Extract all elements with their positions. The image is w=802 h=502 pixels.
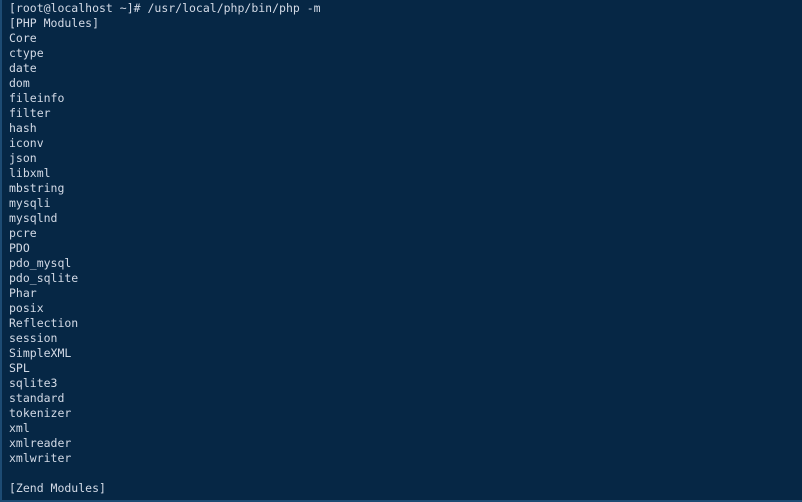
module-name: mysqli (9, 196, 51, 210)
module-name: SimpleXML (9, 346, 72, 360)
module-name: pcre (9, 226, 37, 240)
module-name: posix (9, 301, 44, 315)
module-name: xmlreader (9, 436, 72, 450)
module-name: filter (9, 106, 51, 120)
module-name: iconv (9, 136, 44, 150)
module-name: json (9, 151, 37, 165)
module-name: pdo_sqlite (9, 271, 79, 285)
module-name: date (9, 61, 37, 75)
module-name: hash (9, 121, 37, 135)
module-name: tokenizer (9, 406, 72, 420)
module-name: dom (9, 76, 30, 90)
module-name: PDO (9, 241, 30, 255)
module-name: Core (9, 31, 37, 45)
module-name: ctype (9, 46, 44, 60)
module-name: xmlwriter (9, 451, 72, 465)
module-name: Reflection (9, 316, 79, 330)
terminal-window[interactable]: [root@localhost ~]# /usr/local/php/bin/p… (0, 0, 802, 502)
module-name: session (9, 331, 58, 345)
terminal-prompt-line: [root@localhost ~]# /usr/local/php/bin/p… (9, 1, 321, 15)
module-name: pdo_mysql (9, 256, 72, 270)
module-name: sqlite3 (9, 376, 58, 390)
module-name: standard (9, 391, 65, 405)
module-name: fileinfo (9, 91, 65, 105)
module-name: libxml (9, 166, 51, 180)
php-modules-header: [PHP Modules] (9, 16, 100, 30)
module-name: xml (9, 421, 30, 435)
module-name: mbstring (9, 181, 65, 195)
zend-modules-header: [Zend Modules] (9, 481, 106, 495)
module-name: Phar (9, 286, 37, 300)
module-name: mysqlnd (9, 211, 58, 225)
terminal-output: [root@localhost ~]# /usr/local/php/bin/p… (9, 0, 802, 496)
module-name: SPL (9, 361, 30, 375)
